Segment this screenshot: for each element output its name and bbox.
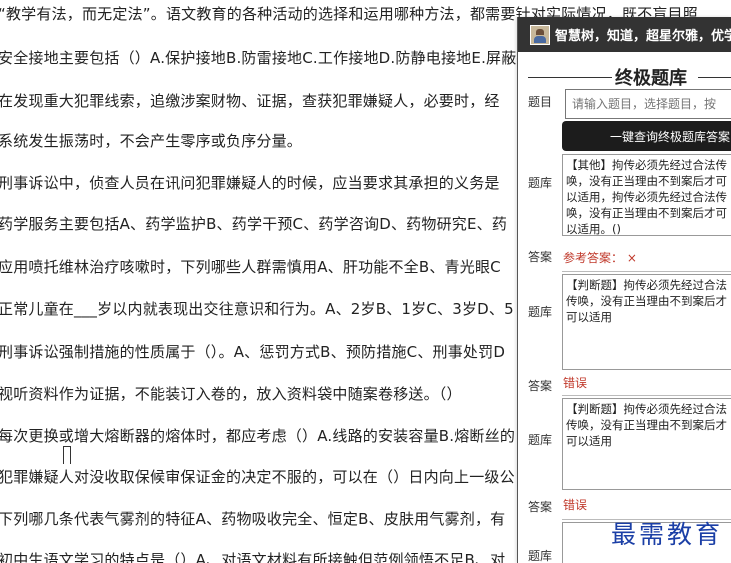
bank-label: 题库 xyxy=(528,305,553,319)
answer-value: 错误 xyxy=(563,498,588,512)
bank-text: 【其他】拘传必须先经过合法传唤，没有正当理由不到案后才可以适用，拘传必须先经过合… xyxy=(562,154,731,236)
bank-text: 【判断题】拘传必须先经过合法传唤，没有正当理由不到案后才可以适用 xyxy=(562,274,731,370)
bank-text: 【判断题】拘传必须先经过合法传唤，没有正当理由不到案后才可以适用 xyxy=(562,398,731,490)
doc-line: 药学服务主要包括A、药学监护B、药学干预C、药学咨询D、药物研究E、药 xyxy=(0,215,508,233)
answer-mark: × xyxy=(626,251,637,265)
divider xyxy=(562,395,731,396)
answer-label: 答案 xyxy=(528,379,553,393)
doc-line: 系统发生振荡时，不会产生零序或负序分量。 xyxy=(0,132,303,150)
question-label: 题目 xyxy=(528,95,553,109)
answer-label: 答案 xyxy=(528,500,553,514)
query-button[interactable]: 一键查询终极题库答案 xyxy=(562,121,731,151)
doc-line: 刑事诉讼强制措施的性质属于（）。A、惩罚方式B、预防措施C、刑事处罚D xyxy=(0,343,506,361)
doc-line: 应用喷托维林治疗咳嗽时，下列哪些人群需慎用A、肝功能不全B、青光眼C xyxy=(0,258,501,276)
text-cursor-icon xyxy=(63,446,71,464)
doc-line: 视听资料作为证据，不能装订入卷的，放入资料袋中随案卷移送。（） xyxy=(0,385,462,403)
answer-prefix: 参考答案： xyxy=(563,251,624,265)
panel-title: 终极题库 xyxy=(615,68,687,89)
divider xyxy=(528,77,612,78)
search-input[interactable] xyxy=(566,90,731,118)
doc-line: 每次更换或增大熔断器的熔体时，都应考虑（）A.线路的安装容量B.熔断丝的 xyxy=(0,427,516,445)
doc-line: 初中生语文学习的特点是（）A、对语文材料有所接触但范例领悟不足B、对 xyxy=(0,551,506,563)
search-field[interactable] xyxy=(565,89,731,119)
doc-line: 安全接地主要包括（）A.保护接地B.防雷接地C.工作接地D.防静电接地E.屏蔽接… xyxy=(0,49,547,67)
bank-label: 题库 xyxy=(528,176,553,190)
doc-line: 刑事诉讼中，侦查人员在讯问犯罪嫌疑人的时候，应当要求其承担的义务是 xyxy=(0,174,500,192)
answer-label: 答案 xyxy=(528,250,553,264)
divider xyxy=(698,77,731,78)
doc-line: 犯罪嫌疑人对没收取保候审保证金的决定不服的，可以在（）日内向上一级公 xyxy=(0,468,515,486)
panel-header-text: 智慧树，知道，超星尔雅，优学院 xyxy=(555,29,731,44)
panel-title-row: 终极题库 xyxy=(518,64,731,90)
doc-line: 正常儿童在___岁以内就表现出交往意识和行为。A、2岁B、1岁C、3岁D、5 xyxy=(0,300,514,318)
answer-value: 错误 xyxy=(563,376,588,390)
watermark-logo: 最需教育 xyxy=(611,520,724,549)
divider xyxy=(562,271,731,272)
doc-line: 下列哪几条代表气雾剂的特征A、药物吸收完全、恒定B、皮肤用气雾剂，有 xyxy=(0,510,506,528)
answer-value: 参考答案： × xyxy=(563,249,637,266)
avatar-icon xyxy=(530,24,550,45)
doc-line: 在发现重大犯罪线索，追缴涉案财物、证据，查获犯罪嫌疑人，必要时，经 xyxy=(0,92,500,110)
bank-label: 题库 xyxy=(528,433,553,447)
panel-header[interactable]: 智慧树，知道，超星尔雅，优学院 xyxy=(518,17,731,52)
answer-panel: 智慧树，知道，超星尔雅，优学院 终极题库 题目 一键查询终极题库答案 题库 【其… xyxy=(517,17,731,563)
bank-label: 题库 xyxy=(528,549,553,563)
